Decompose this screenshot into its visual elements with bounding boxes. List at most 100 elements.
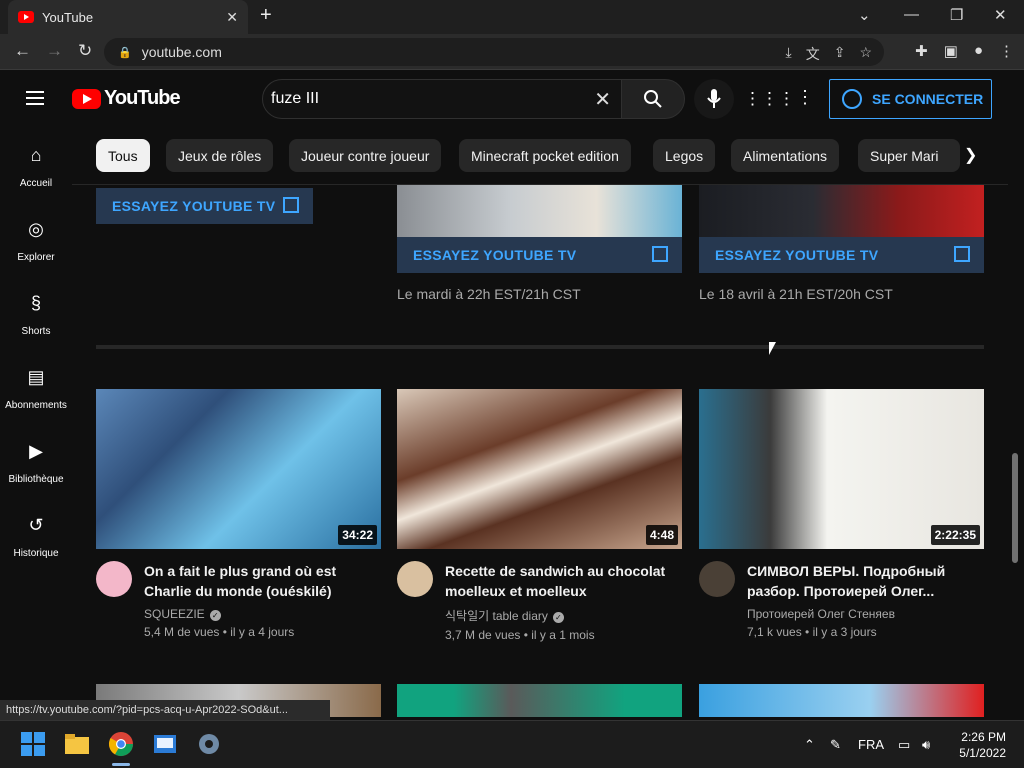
tv-promo-thumbnail[interactable] [397, 185, 682, 237]
windows-taskbar: ⌃ ✎ FRA ▭ 🔊︎ 2:26 PM 5/1/2022 [0, 720, 1024, 768]
youtube-logo[interactable]: YouTube [72, 87, 181, 110]
video-thumbnail[interactable] [699, 684, 984, 717]
verified-icon: ✓ [209, 610, 221, 621]
video-thumbnail[interactable]: 34:22 [96, 389, 381, 549]
section-divider [96, 345, 984, 349]
channel-name[interactable]: 식탁일기 table diary [445, 609, 548, 623]
chip[interactable]: Tous [96, 139, 150, 172]
chip[interactable]: Joueur contre joueur [289, 139, 442, 172]
file-explorer-icon[interactable] [64, 731, 90, 757]
network-icon[interactable]: ▭ [898, 737, 910, 753]
video-title[interactable]: СИМВОЛ ВЕРЫ. Подробный разбор. Протоиере… [747, 561, 984, 601]
video-title[interactable]: Recette de sandwich au chocolat moelleux… [445, 561, 682, 601]
chip[interactable]: Jeux de rôles [166, 139, 274, 172]
settings-more-icon[interactable]: ⋮ [796, 87, 814, 108]
volume-icon[interactable]: 🔊︎ [922, 737, 930, 753]
page-scrollbar[interactable] [1012, 453, 1018, 563]
youtube-favicon-icon [18, 11, 34, 23]
search-button[interactable] [621, 79, 685, 119]
chip[interactable]: Super Mari [858, 139, 960, 172]
reload-button[interactable]: ↻ [78, 41, 92, 61]
show-hidden-icons-icon[interactable]: ⌃ [804, 737, 815, 753]
home-icon: ⌂ [30, 145, 42, 165]
input-language[interactable]: FRA [858, 737, 884, 752]
close-tab-icon[interactable]: ✕ [226, 9, 238, 26]
menu-icon[interactable] [26, 91, 44, 105]
video-card[interactable]: 34:22 On a fait le plus grand où est Cha… [96, 389, 381, 639]
side-panel-icon[interactable]: ▣ [944, 42, 958, 60]
video-card[interactable]: 2:22:35 СИМВОЛ ВЕРЫ. Подробный разбор. П… [699, 389, 984, 639]
channel-avatar[interactable] [397, 561, 433, 597]
channel-avatar[interactable] [96, 561, 132, 597]
video-card[interactable]: 4:48 Recette de sandwich au chocolat moe… [397, 389, 682, 642]
sidebar-item-shorts[interactable]: § Shorts [0, 275, 72, 349]
settings-gear-icon[interactable] [196, 731, 222, 757]
minimize-button[interactable]: — [904, 6, 919, 23]
tab-search-icon[interactable]: ⌄ [858, 6, 871, 24]
address-bar[interactable]: 🔒 youtube.com ⤓ 文 ⇪ ☆ [104, 38, 884, 66]
forward-button[interactable]: → [46, 41, 63, 61]
search-query[interactable]: fuze III [271, 90, 594, 108]
verified-icon: ✓ [552, 612, 564, 623]
video-thumbnail[interactable]: 4:48 [397, 389, 682, 549]
sidebar-item-history[interactable]: ↺ Historique [0, 497, 72, 571]
tab-title: YouTube [42, 9, 94, 25]
chip[interactable]: Minecraft pocket edition [459, 139, 631, 172]
share-icon[interactable]: ⇪ [834, 44, 846, 64]
restore-button[interactable]: ❐ [950, 6, 963, 24]
library-icon: ▶ [29, 441, 43, 461]
mouse-cursor-icon [769, 342, 776, 355]
youtube-header: YouTube fuze III ✕ ⋮⋮⋮ ⋮ SE CONNECTER [0, 71, 1024, 127]
chevron-right-icon[interactable]: ❯ [964, 145, 977, 165]
close-window-button[interactable]: ✕ [994, 6, 1007, 24]
back-button[interactable]: ← [14, 41, 31, 61]
try-youtube-tv-button[interactable]: ESSAYEZ YOUTUBE TV [96, 188, 313, 224]
browse-feed: ESSAYEZ YOUTUBE TV ESSAYEZ YOUTUBE TV Le… [72, 185, 1008, 717]
clear-search-icon[interactable]: ✕ [594, 87, 611, 112]
video-title[interactable]: On a fait le plus grand où est Charlie d… [144, 561, 381, 601]
clock-time: 2:26 PM [961, 730, 1006, 744]
tv-promo-thumbnail[interactable] [699, 185, 984, 237]
apps-grid-icon[interactable]: ⋮⋮⋮ [744, 89, 795, 109]
sidebar-item-subscriptions[interactable]: ▤ Abonnements [0, 349, 72, 423]
subscriptions-icon: ▤ [27, 367, 45, 387]
install-icon[interactable]: ⤓ [786, 44, 792, 64]
try-youtube-tv-button[interactable]: ESSAYEZ YOUTUBE TV [699, 237, 984, 273]
browser-tab[interactable]: YouTube ✕ [8, 0, 248, 34]
user-icon [842, 89, 862, 109]
sidebar-item-library[interactable]: ▶ Bibliothèque [0, 423, 72, 497]
sidebar-item-home[interactable]: ⌂ Accueil [0, 127, 72, 201]
channel-name[interactable]: SQUEEZIE [144, 607, 205, 621]
search-input[interactable]: fuze III ✕ [262, 79, 622, 119]
external-link-icon [283, 197, 299, 213]
profile-icon[interactable]: ● [974, 42, 983, 60]
video-thumbnail[interactable]: 2:22:35 [699, 389, 984, 549]
chip[interactable]: Legos [653, 139, 716, 172]
chip[interactable]: Alimentations [731, 139, 840, 172]
browser-tab-bar: YouTube ✕ + ⌄ — ❐ ✕ [0, 0, 1024, 34]
sidebar-item-explore[interactable]: ◎ Explorer [0, 201, 72, 275]
voice-search-button[interactable] [694, 79, 734, 119]
external-link-icon [652, 246, 668, 262]
chrome-icon[interactable] [108, 731, 134, 757]
windows-start-icon[interactable] [20, 731, 46, 757]
try-youtube-tv-button[interactable]: ESSAYEZ YOUTUBE TV [397, 237, 682, 273]
snipping-tool-icon[interactable] [152, 731, 178, 757]
sign-in-button[interactable]: SE CONNECTER [829, 79, 992, 119]
extensions-icon[interactable]: ✚ [915, 42, 928, 60]
upload-age: il y a 1 mois [531, 628, 595, 642]
channel-avatar[interactable] [699, 561, 735, 597]
bookmark-star-icon[interactable]: ☆ [859, 44, 872, 64]
new-tab-button[interactable]: + [260, 4, 272, 27]
lock-icon[interactable]: 🔒 [118, 46, 132, 59]
browser-menu-icon[interactable]: ⋮ [999, 42, 1014, 60]
view-count: 3,7 M de vues [445, 628, 521, 642]
translate-icon[interactable]: 文 [806, 44, 820, 64]
upload-age: il y a 4 jours [230, 625, 295, 639]
channel-name[interactable]: Протоиерей Олег Стеняев [747, 607, 895, 621]
upload-age: il y a 3 jours [812, 625, 877, 639]
video-thumbnail[interactable] [397, 684, 682, 717]
video-duration: 4:48 [645, 525, 678, 545]
system-clock[interactable]: 2:26 PM 5/1/2022 [959, 729, 1006, 761]
pen-ink-icon[interactable]: ✎ [830, 737, 841, 753]
